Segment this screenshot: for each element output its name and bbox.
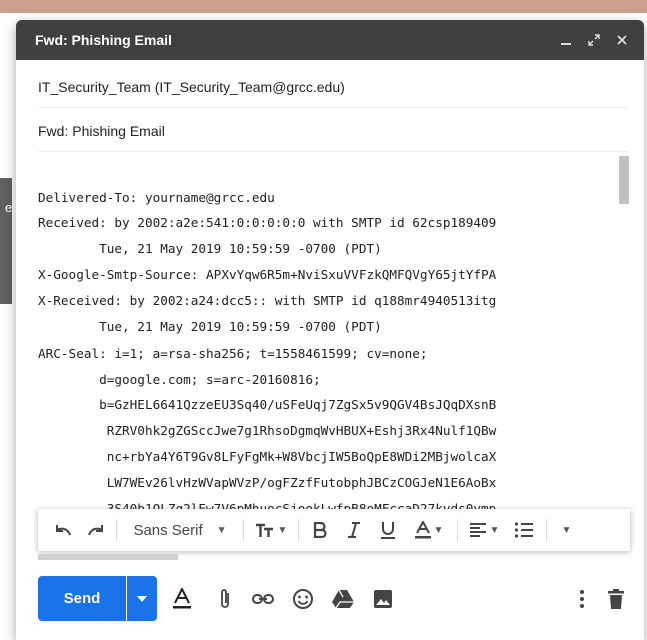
compose-window: Fwd: Phishing Email IT_Security_Team (IT… <box>16 20 644 640</box>
toolbar-separator <box>457 519 458 541</box>
body-line: nc+rbYa4Y6T9Gv8LFyFgMk+W8VbcjIW5BoQpE8WD… <box>38 449 497 464</box>
formatting-toolbar: Sans Serif ▼ ▼ ▼ ▼ ▼ <box>38 509 630 551</box>
italic-icon[interactable] <box>337 515 371 545</box>
compose-titlebar[interactable]: Fwd: Phishing Email <box>16 20 644 60</box>
body-line: d=google.com; s=arc-20160816; <box>38 372 321 387</box>
toolbar-separator <box>546 519 547 541</box>
text-color-icon[interactable]: ▼ <box>405 515 453 545</box>
chevron-down-icon: ▼ <box>216 524 227 536</box>
close-icon[interactable] <box>610 28 634 52</box>
numbered-list-icon[interactable] <box>506 515 542 545</box>
compose-actions-bar: Send <box>16 576 644 626</box>
minimize-icon[interactable] <box>554 28 578 52</box>
send-button[interactable]: Send <box>38 576 126 621</box>
body-line: ARC-Seal: i=1; a=rsa-sha256; t=155846159… <box>38 346 428 361</box>
align-icon[interactable]: ▼ <box>462 515 506 545</box>
background-strip <box>0 0 647 13</box>
formatting-options-icon[interactable] <box>167 584 197 614</box>
attach-icon[interactable] <box>210 584 240 614</box>
toolbar-separator <box>243 519 244 541</box>
toolbar-separator <box>298 519 299 541</box>
background-sidebar-edge: er <box>0 178 12 304</box>
more-formatting-icon[interactable]: ▼ <box>551 515 579 545</box>
compose-title: Fwd: Phishing Email <box>35 32 172 48</box>
chevron-down-icon: ▼ <box>277 524 288 536</box>
body-line: Delivered-To: yourname@grcc.edu <box>38 190 275 205</box>
body-line: Tue, 21 May 2019 10:59:59 -0700 (PDT) <box>38 319 382 334</box>
body-line: X-Google-Smtp-Source: APXvYqw6R5m+NviSxu… <box>38 267 497 282</box>
bold-icon[interactable] <box>303 515 337 545</box>
body-line: b=GzHEL6641QzzeEU3Sq40/uSFeUqj7ZgSx5v9QG… <box>38 397 497 412</box>
chevron-down-icon: ▼ <box>489 524 500 536</box>
font-size-icon[interactable]: ▼ <box>248 515 294 545</box>
message-body[interactable]: Delivered-To: yourname@grcc.edu Received… <box>38 170 618 535</box>
body-scrollbar[interactable] <box>619 156 629 536</box>
emoji-icon[interactable] <box>288 584 318 614</box>
recipient-chip[interactable]: IT_Security_Team (IT_Security_Team@grcc.… <box>38 79 345 95</box>
drive-icon[interactable] <box>328 584 358 614</box>
body-horizontal-scrollbar[interactable] <box>38 554 178 560</box>
chevron-down-icon: ▼ <box>561 524 572 536</box>
body-line: RZRV0hk2gZGSccJwe7g1RhsoDgmqWvHBUX+Eshj3… <box>38 423 497 438</box>
body-line: LW7WEv26lvHzWVapWVzP/ogFZzfFutobphJBCzCO… <box>38 475 497 490</box>
font-family-value: Sans Serif <box>133 521 203 539</box>
subject-field[interactable]: Fwd: Phishing Email <box>38 111 628 152</box>
font-family-select[interactable]: Sans Serif ▼ <box>121 515 239 545</box>
subject-text: Fwd: Phishing Email <box>38 123 165 139</box>
trash-icon[interactable] <box>601 584 631 614</box>
underline-icon[interactable] <box>371 515 405 545</box>
photo-icon[interactable] <box>368 584 398 614</box>
recipients-field[interactable]: IT_Security_Team (IT_Security_Team@grcc.… <box>38 67 628 108</box>
send-options-icon[interactable] <box>127 576 157 621</box>
toolbar-separator <box>116 519 117 541</box>
chevron-down-icon: ▼ <box>433 524 444 536</box>
body-line: Tue, 21 May 2019 10:59:59 -0700 (PDT) <box>38 241 382 256</box>
body-line: Received: by 2002:a2e:541:0:0:0:0:0 with… <box>38 215 497 230</box>
scrollbar-thumb[interactable] <box>619 156 629 204</box>
fullscreen-icon[interactable] <box>582 28 606 52</box>
redo-icon[interactable] <box>80 515 112 545</box>
more-options-icon[interactable] <box>567 584 597 614</box>
body-line: X-Received: by 2002:a24:dcc5:: with SMTP… <box>38 293 497 308</box>
link-icon[interactable] <box>248 584 278 614</box>
background-edge-text: er <box>5 200 12 215</box>
undo-icon[interactable] <box>46 515 80 545</box>
